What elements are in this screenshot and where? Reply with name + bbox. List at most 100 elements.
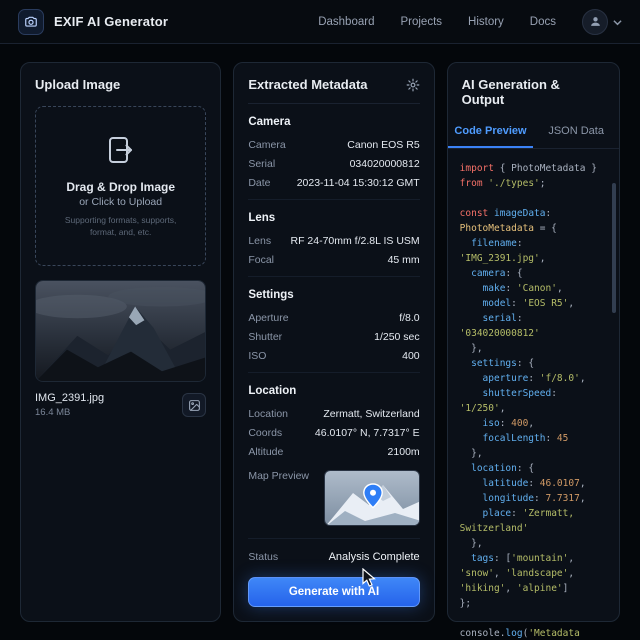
upload-panel-title: Upload Image: [35, 77, 121, 92]
code-line: settings: {: [471, 358, 535, 369]
user-menu[interactable]: [582, 8, 622, 35]
user-icon: [590, 17, 600, 26]
metadata-panel-header: Extracted Metadata: [248, 77, 420, 104]
code-line: };: [459, 598, 472, 609]
code-line: shutterSpeed: '1/250',: [459, 388, 563, 414]
metadata-label: ISO: [248, 349, 267, 362]
dropzone-subtitle: or Click to Upload: [79, 196, 163, 209]
metadata-value: RF 24-70mm f/2.8L IS USM: [290, 234, 420, 247]
section-heading: Camera: [248, 116, 291, 128]
chevron-down-icon: [613, 13, 622, 31]
section-heading: Settings: [248, 289, 294, 301]
tab-json-data[interactable]: JSON Data: [533, 118, 619, 148]
avatar[interactable]: [582, 8, 608, 35]
output-panel-title: AI Generation & Output: [461, 77, 560, 107]
metadata-row: Serial 034020000812: [248, 154, 419, 173]
code-line: serial: '034020000812': [459, 313, 540, 339]
map-preview-row: Map Preview: [248, 470, 420, 526]
header: EXIF AI Generator Dashboard Projects Histo…: [0, 0, 640, 44]
code-line: const imageData: PhotoMetadata = {: [459, 208, 557, 234]
metadata-label: Lens: [248, 234, 272, 247]
code-line: focalLength: 45: [482, 433, 569, 444]
metadata-value: 2100m: [387, 445, 420, 458]
code-line: model: 'EOS R5',: [482, 298, 575, 309]
status-badge: Analysis Complete: [328, 551, 420, 563]
nav-link-history[interactable]: History: [468, 16, 504, 28]
code-line: iso: 400,: [482, 418, 535, 429]
file-name: IMG_2391.jpg: [35, 392, 105, 404]
generate-with-ai-button[interactable]: Generate with AI: [248, 577, 420, 607]
metadata-value: 034020000812: [349, 157, 420, 170]
dropzone[interactable]: Drag & Drop Image or Click to Upload Sup…: [35, 106, 207, 266]
status-label: Status: [248, 551, 279, 563]
metadata-value: 1/250 sec: [374, 330, 420, 343]
file-size: 16.4 MB: [35, 407, 71, 418]
metadata-row: Camera Canon EOS R5: [248, 135, 419, 154]
code-line: console.log('Metadata Extracted:', image…: [459, 628, 580, 639]
file-info: IMG_2391.jpg 16.4 MB: [35, 392, 104, 418]
file-info-row: IMG_2391.jpg 16.4 MB: [35, 392, 207, 418]
status-row: Status Analysis Complete: [248, 538, 420, 563]
app-logo-icon: [18, 8, 44, 35]
metadata-value: Zermatt, Switzerland: [323, 407, 420, 420]
tab-code-preview[interactable]: Code Preview: [447, 118, 534, 148]
header-right: Dashboard Projects History Docs: [318, 8, 622, 35]
metadata-section-camera: Camera Camera Canon EOS R5 Serial 0340200008…: [248, 104, 419, 199]
image-icon: [188, 399, 200, 411]
output-panel-header: AI Generation & Output: [448, 63, 619, 118]
metadata-label: Date: [248, 176, 271, 189]
metadata-row: Shutter 1/250 sec: [248, 327, 419, 346]
nav-link-dashboard[interactable]: Dashboard: [318, 16, 374, 28]
metadata-label: Shutter: [248, 330, 283, 343]
header-brand: EXIF AI Generator: [18, 8, 168, 35]
code-line: import { PhotoMetadata } from './types';: [459, 163, 603, 189]
metadata-value: 400: [402, 349, 420, 362]
output-tabs: Code Preview JSON Data: [447, 118, 619, 149]
code-line: camera: {: [471, 268, 523, 279]
dropzone-title: Drag & Drop Image: [66, 180, 175, 195]
nav-link-docs[interactable]: Docs: [530, 16, 556, 28]
metadata-label: Location: [248, 407, 289, 420]
nav-links: Dashboard Projects History Docs: [318, 16, 556, 28]
main-content: Upload Image Drag & Drop Image or Click …: [0, 44, 640, 640]
code-line: aperture: 'f/8.0',: [482, 373, 586, 384]
metadata-row: Aperture f/8.0: [248, 308, 419, 327]
metadata-label: Focal: [248, 253, 275, 266]
code-line: location: {: [471, 463, 535, 474]
metadata-row: Focal 45 mm: [248, 250, 419, 269]
code-line: filename: 'IMG_2391.jpg',: [459, 238, 546, 264]
metadata-row: Location Zermatt, Switzerland: [248, 404, 419, 423]
map-preview-image[interactable]: [323, 470, 420, 526]
metadata-section-lens: Lens Lens RF 24-70mm f/2.8L IS USM Focal 45 …: [248, 199, 420, 276]
nav-link-projects[interactable]: Projects: [400, 16, 442, 28]
metadata-panel: Extracted Metadata Camera Camera Canon EOS…: [233, 62, 435, 622]
code-line: tags: ['mountain', 'snow', 'landscape', …: [459, 553, 580, 594]
metadata-label: Aperture: [248, 311, 289, 324]
metadata-sections: Camera Camera Canon EOS R5 Serial 0340200008…: [248, 104, 420, 468]
code-line: },: [459, 343, 483, 354]
metadata-label: Camera: [248, 138, 286, 151]
code-line: make: 'Canon',: [482, 283, 563, 294]
scrollbar-thumb[interactable]: [611, 183, 616, 313]
code-line: },: [459, 538, 483, 549]
metadata-panel-title: Extracted Metadata: [248, 77, 368, 92]
map-preview-label: Map Preview: [248, 470, 310, 482]
metadata-row: Coords 46.0107° N, 7.7317° E: [248, 423, 419, 442]
code-line: },: [459, 448, 483, 459]
metadata-label: Altitude: [248, 445, 284, 458]
metadata-row: ISO 400: [248, 346, 419, 365]
image-preview-button[interactable]: [182, 393, 207, 417]
code-line: longitude: 7.7317,: [482, 493, 586, 504]
code-line: latitude: 46.0107,: [482, 478, 586, 489]
code-line: place: 'Zermatt, Switzerland': [459, 508, 580, 534]
metadata-row: Date 2023-11-04 15:30:12 GMT: [248, 173, 419, 192]
upload-file-icon: [104, 133, 138, 172]
output-panel: AI Generation & Output Code Preview JSON …: [446, 62, 620, 639]
uploaded-image-thumbnail[interactable]: [35, 280, 207, 382]
metadata-label: Coords: [248, 426, 283, 439]
metadata-section-location: Location Location Zermatt, Switzerland Coor…: [248, 372, 420, 468]
metadata-section-settings: Settings Aperture f/8.0 Shutter 1/250 sec ISO…: [248, 276, 420, 372]
metadata-row: Altitude 2100m: [248, 442, 419, 461]
settings-gear-button[interactable]: [406, 78, 420, 92]
